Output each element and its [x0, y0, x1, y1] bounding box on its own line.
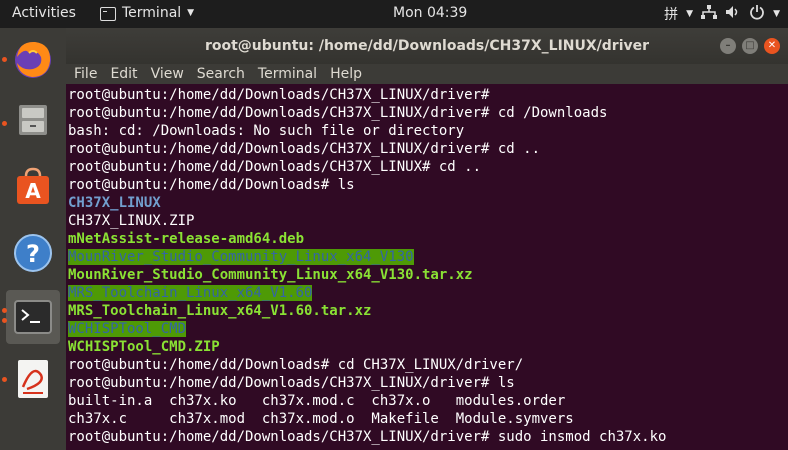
- power-icon[interactable]: [749, 4, 765, 24]
- top-bar: Activities Terminal ▼ Mon 04:39 拼 ▼ ▼: [0, 0, 788, 28]
- terminal-line: MounRiver_Studio_Community_Linux_x64_V13…: [68, 248, 788, 266]
- activities-button[interactable]: Activities: [12, 5, 76, 21]
- terminal-line-text: WCHISPTool_CMD: [68, 321, 187, 337]
- dock-item-firefox[interactable]: [6, 32, 60, 86]
- terminal-line-text: root@ubuntu:/home/dd/Downloads/CH37X_LIN…: [68, 141, 541, 157]
- terminal-line-text: root@ubuntu:/home/dd/Downloads# cd CH37X…: [68, 357, 524, 373]
- terminal-window: root@ubuntu: /home/dd/Downloads/CH37X_LI…: [66, 28, 788, 450]
- terminal-line: bash: cd: /Downloads: No such file or di…: [68, 122, 788, 140]
- terminal-line-text: ch37x.c ch37x.mod ch37x.mod.o Makefile M…: [68, 411, 574, 427]
- chevron-down-icon: ▼: [187, 8, 195, 18]
- terminal-line-text: root@ubuntu:/home/dd/Downloads/CH37X_LIN…: [68, 87, 490, 103]
- running-indicator: [2, 377, 7, 382]
- system-tray[interactable]: 拼 ▼ ▼: [664, 4, 780, 24]
- app-menu-label: Terminal: [122, 5, 182, 21]
- terminal-line-text: root@ubuntu:/home/dd/Downloads/CH37X_LIN…: [68, 375, 515, 391]
- firefox-icon: [15, 41, 51, 78]
- menu-help[interactable]: Help: [330, 64, 362, 84]
- input-method-indicator[interactable]: 拼: [664, 4, 678, 24]
- terminal-line-text: root@ubuntu:/home/dd/Downloads/CH37X_LIN…: [68, 105, 608, 121]
- terminal-line: built-in.a ch37x.ko ch37x.mod.c ch37x.o …: [68, 392, 788, 410]
- terminal-icon: [100, 7, 116, 21]
- scrollbar[interactable]: [782, 86, 788, 450]
- terminal-line-text: root@ubuntu:/home/dd/Downloads# ls: [68, 177, 355, 193]
- terminal-line-text: CH37X_LINUX.ZIP: [68, 213, 195, 229]
- dock-item-software[interactable]: A: [6, 160, 60, 214]
- maximize-button[interactable]: □: [742, 38, 758, 54]
- terminal-line: root@ubuntu:/home/dd/Downloads/CH37X_LIN…: [68, 104, 788, 122]
- terminal-line-text: root@ubuntu:/home/dd/Downloads/CH37X_LIN…: [68, 429, 667, 445]
- terminal-line-text: MRS_Toolchain_Linux_x64_V1.60: [68, 285, 313, 301]
- software-store-icon: A: [17, 167, 49, 204]
- running-indicator: [2, 57, 7, 62]
- dock-item-terminal[interactable]: [6, 290, 60, 344]
- document-viewer-icon: [18, 360, 48, 398]
- terminal-line: root@ubuntu:/home/dd/Downloads/CH37X_LIN…: [68, 428, 788, 446]
- terminal-icon: [14, 300, 52, 334]
- clock[interactable]: Mon 04:39: [393, 5, 467, 21]
- svg-text:?: ?: [26, 240, 40, 268]
- menu-edit[interactable]: Edit: [110, 64, 137, 84]
- menu-terminal[interactable]: Terminal: [258, 64, 317, 84]
- terminal-line: root@ubuntu:/home/dd/Downloads/CH37X_LIN…: [68, 158, 788, 176]
- terminal-line-text: CH37X_LINUX: [68, 195, 161, 211]
- terminal-line-text: WCHISPTool_CMD.ZIP: [68, 339, 220, 355]
- terminal-line: root@ubuntu:/home/dd/Downloads/CH37X_LIN…: [68, 140, 788, 158]
- terminal-line: MRS_Toolchain_Linux_x64_V1.60.tar.xz: [68, 302, 788, 320]
- terminal-line: mNetAssist-release-amd64.deb: [68, 230, 788, 248]
- terminal-line: root@ubuntu:/home/dd/Downloads# ls: [68, 176, 788, 194]
- terminal-line-text: built-in.a ch37x.ko ch37x.mod.c ch37x.o …: [68, 393, 566, 409]
- dock-item-document-viewer[interactable]: [6, 352, 60, 406]
- terminal-line: CH37X_LINUX: [68, 194, 788, 212]
- menu-file[interactable]: File: [74, 64, 97, 84]
- volume-icon[interactable]: [725, 5, 741, 23]
- window-title: root@ubuntu: /home/dd/Downloads/CH37X_LI…: [204, 38, 650, 54]
- menu-view[interactable]: View: [151, 64, 184, 84]
- terminal-line: root@ubuntu:/home/dd/Downloads/CH37X_LIN…: [68, 374, 788, 392]
- dock-item-files[interactable]: [6, 92, 60, 146]
- running-indicator: [2, 121, 7, 126]
- terminal-line: root@ubuntu:/home/dd/Downloads# cd CH37X…: [68, 356, 788, 374]
- terminal-line: root@ubuntu:/home/dd/Downloads/CH37X_LIN…: [68, 86, 788, 104]
- help-icon: ?: [14, 234, 52, 272]
- terminal-line-text: root@ubuntu:/home/dd/Downloads/CH37X_LIN…: [68, 159, 482, 175]
- terminal-line: MRS_Toolchain_Linux_x64_V1.60: [68, 284, 788, 302]
- chevron-down-icon: ▼: [686, 9, 694, 19]
- files-icon: [19, 105, 47, 135]
- dock: A ?: [0, 28, 66, 450]
- dock-item-help[interactable]: ?: [6, 226, 60, 280]
- running-indicator: [2, 318, 7, 323]
- menu-bar: File Edit View Search Terminal Help: [66, 64, 788, 84]
- terminal-line-text: MRS_Toolchain_Linux_x64_V1.60.tar.xz: [68, 303, 372, 319]
- terminal-line: MounRiver_Studio_Community_Linux_x64_V13…: [68, 266, 788, 284]
- minimize-button[interactable]: –: [720, 38, 736, 54]
- terminal-line: CH37X_LINUX.ZIP: [68, 212, 788, 230]
- chevron-down-icon: ▼: [773, 9, 780, 19]
- svg-text:A: A: [25, 179, 41, 203]
- running-indicator: [2, 308, 7, 313]
- close-button[interactable]: ✕: [764, 38, 780, 54]
- terminal-output[interactable]: root@ubuntu:/home/dd/Downloads/CH37X_LIN…: [68, 86, 788, 450]
- network-icon[interactable]: [701, 5, 718, 23]
- terminal-line: ch37x.c ch37x.mod ch37x.mod.o Makefile M…: [68, 410, 788, 428]
- terminal-line-text: bash: cd: /Downloads: No such file or di…: [68, 123, 465, 139]
- terminal-line-text: mNetAssist-release-amd64.deb: [68, 231, 305, 247]
- terminal-line: WCHISPTool_CMD: [68, 320, 788, 338]
- terminal-line: WCHISPTool_CMD.ZIP: [68, 338, 788, 356]
- app-menu[interactable]: Terminal ▼: [100, 5, 194, 21]
- terminal-line-text: MounRiver_Studio_Community_Linux_x64_V13…: [68, 267, 473, 283]
- terminal-line-text: MounRiver_Studio_Community_Linux_x64_V13…: [68, 249, 414, 265]
- window-titlebar[interactable]: root@ubuntu: /home/dd/Downloads/CH37X_LI…: [66, 28, 788, 64]
- menu-search[interactable]: Search: [197, 64, 245, 84]
